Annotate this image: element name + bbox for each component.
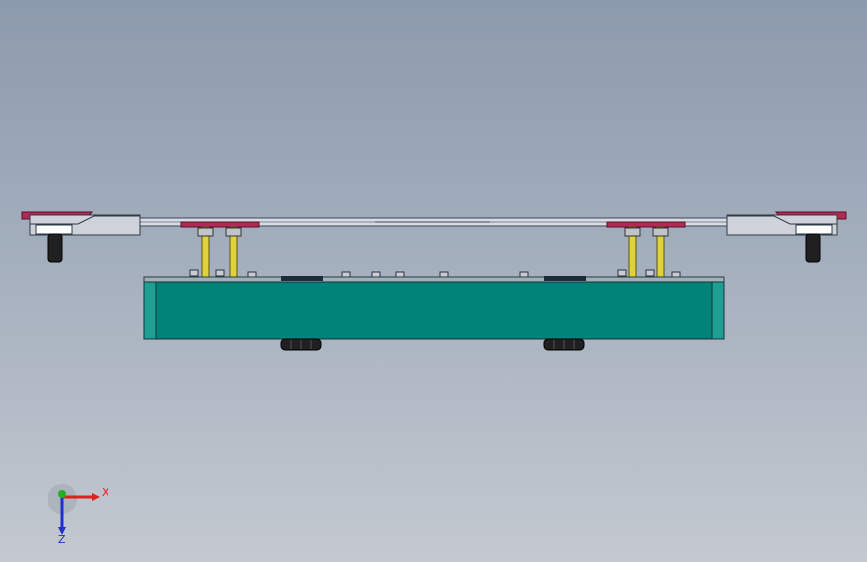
coordinate-triad: X Z bbox=[47, 482, 110, 546]
guide-rod bbox=[225, 226, 242, 283]
guide-rod bbox=[624, 226, 641, 283]
right-roller bbox=[805, 233, 821, 263]
x-axis-label: X bbox=[102, 486, 108, 499]
assembly-model bbox=[21, 211, 847, 351]
main-body bbox=[143, 276, 725, 340]
graphics-viewport[interactable]: X Z bbox=[0, 0, 867, 562]
inner-pad-right bbox=[606, 221, 686, 228]
bottom-roller-right bbox=[543, 338, 585, 351]
bottom-roller-left bbox=[280, 338, 322, 351]
inner-pad-left bbox=[180, 221, 260, 228]
z-axis-label: Z bbox=[58, 533, 66, 544]
guide-rod bbox=[652, 226, 669, 283]
y-axis-arrow bbox=[58, 490, 66, 498]
guide-rod bbox=[197, 226, 214, 283]
fasteners bbox=[189, 269, 681, 278]
left-roller bbox=[47, 233, 63, 263]
right-end-bracket bbox=[726, 211, 847, 263]
left-end-bracket bbox=[21, 211, 141, 263]
guide-rods bbox=[197, 226, 669, 283]
